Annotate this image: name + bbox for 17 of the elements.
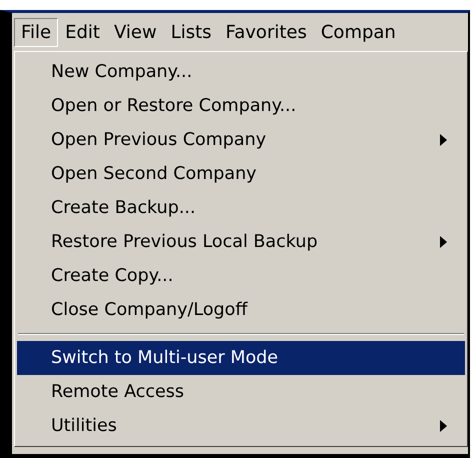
menu-item[interactable]: Open Second Company [17,157,465,191]
menu-item[interactable]: New Company... [17,55,465,89]
menu-bar-item[interactable]: Favorites [218,18,314,46]
menu-item[interactable]: Close Company/Logoff [17,293,465,327]
menu-item[interactable]: Utilities [17,409,465,443]
menu-item[interactable]: Switch to Multi-user Mode [17,341,465,375]
menu-item[interactable]: Create Copy... [17,259,465,293]
menu-item[interactable]: Open or Restore Company... [17,89,465,123]
menu-item[interactable]: Restore Previous Local Backup [17,225,465,259]
menu-item[interactable]: Remote Access [17,375,465,409]
menu-bar-item[interactable]: File [14,18,58,46]
menu-bar-item[interactable]: Compan [314,18,403,46]
menu-bar-item[interactable]: Edit [58,18,107,46]
menu-bar-item[interactable]: Lists [164,18,219,46]
menu-item[interactable]: Open Previous Company [17,123,465,157]
menu-item[interactable]: Create Backup... [17,191,465,225]
menu-bar-item[interactable]: View [106,18,164,46]
